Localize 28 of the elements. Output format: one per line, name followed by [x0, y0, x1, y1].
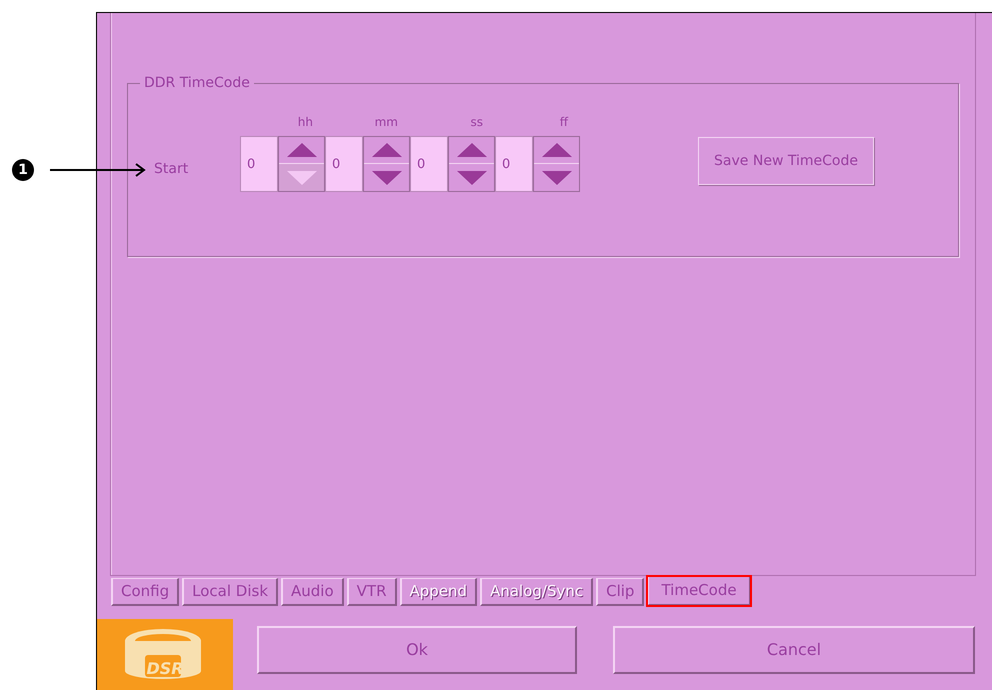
up-arrow-icon	[286, 143, 316, 157]
number-field[interactable]: 0	[410, 136, 448, 192]
number-field[interactable]: 0	[325, 136, 363, 192]
tab[interactable]: TimeCode	[647, 576, 751, 606]
tab[interactable]: VTR	[346, 578, 397, 606]
save-timecode-button[interactable]: Save New TimeCode	[698, 137, 874, 185]
unit-label: ss	[470, 114, 483, 130]
unit-label: hh	[298, 114, 313, 130]
tab[interactable]: Clip	[596, 578, 644, 606]
tab[interactable]: Local Disk	[182, 578, 278, 606]
up-arrow-icon	[372, 143, 402, 157]
callout-number: 1	[12, 159, 34, 181]
dialog-button[interactable]: Cancel	[613, 626, 975, 674]
up-arrow-icon	[456, 143, 486, 157]
down-arrow-icon	[456, 170, 486, 184]
up-arrow-icon	[542, 143, 572, 157]
tab[interactable]: Audio	[281, 578, 344, 606]
number-field[interactable]: 0	[495, 136, 533, 192]
down-arrow-icon	[542, 170, 572, 184]
unit-label: mm	[374, 114, 398, 130]
start-label: Start	[154, 160, 190, 179]
down-arrow-icon	[286, 170, 316, 184]
unit-label: ff	[560, 114, 568, 130]
logo-text: DSR	[146, 658, 184, 680]
number-field[interactable]: 0	[240, 136, 278, 192]
dialog-button[interactable]: Ok	[257, 626, 577, 674]
down-arrow-icon	[372, 170, 402, 184]
tab[interactable]: Config	[111, 578, 180, 606]
